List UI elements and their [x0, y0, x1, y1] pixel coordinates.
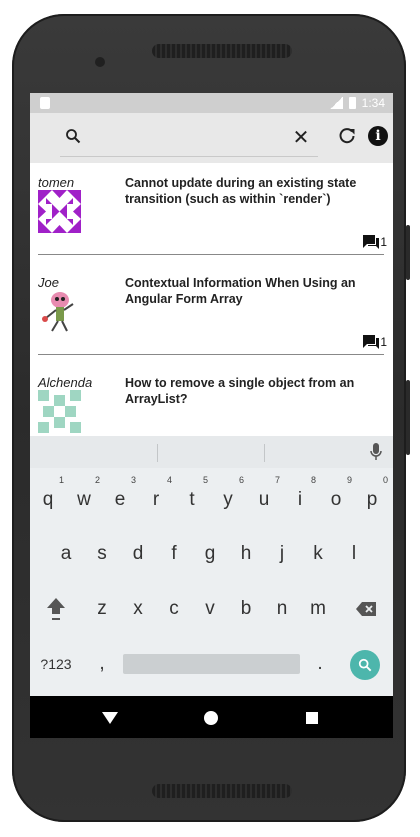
- recent-apps-icon[interactable]: [306, 712, 318, 724]
- key-a[interactable]: a: [48, 537, 84, 571]
- key-i[interactable]: 8i: [282, 475, 318, 517]
- search-icon: [358, 658, 372, 672]
- top-speaker: [152, 44, 292, 58]
- key-u[interactable]: 7u: [246, 475, 282, 517]
- divider: [38, 354, 384, 355]
- comment-count-value: 1: [380, 235, 387, 249]
- avatar: [38, 390, 81, 433]
- suggestion-divider: [157, 444, 158, 462]
- comment-count: 1: [362, 234, 387, 250]
- status-bar: 1:34: [30, 93, 393, 113]
- key-s[interactable]: s: [84, 537, 120, 571]
- shift-key[interactable]: [38, 592, 74, 626]
- period-key[interactable]: .: [302, 647, 338, 681]
- avatar: [38, 290, 81, 333]
- home-icon[interactable]: [204, 711, 218, 725]
- divider: [38, 254, 384, 255]
- comments-icon: [363, 335, 380, 349]
- signal-icon: [329, 97, 343, 109]
- key-h[interactable]: h: [228, 537, 264, 571]
- suggestion-strip: [30, 436, 393, 468]
- avatar: [38, 190, 81, 233]
- navigation-bar: [30, 696, 393, 738]
- author-name: Joe: [38, 275, 59, 290]
- key-d[interactable]: d: [120, 537, 156, 571]
- question-title: Cannot update during an existing state t…: [125, 176, 357, 206]
- sim-icon: [40, 97, 50, 109]
- bottom-speaker: [152, 784, 292, 798]
- key-n[interactable]: n: [264, 592, 300, 626]
- key-y[interactable]: 6y: [210, 475, 246, 517]
- app-bar: ✕ i: [30, 113, 393, 163]
- key-f[interactable]: f: [156, 537, 192, 571]
- comments-icon: [363, 235, 380, 249]
- comment-count-value: 1: [380, 335, 387, 349]
- key-v[interactable]: v: [192, 592, 228, 626]
- space-bar[interactable]: [123, 654, 300, 674]
- volume-button: [406, 225, 410, 280]
- key-k[interactable]: k: [300, 537, 336, 571]
- key-j[interactable]: j: [264, 537, 300, 571]
- backspace-key[interactable]: [348, 592, 384, 626]
- comment-count: 1: [362, 334, 387, 350]
- key-b[interactable]: b: [228, 592, 264, 626]
- key-l[interactable]: l: [336, 537, 372, 571]
- key-x[interactable]: x: [120, 592, 156, 626]
- close-icon[interactable]: ✕: [290, 126, 312, 149]
- microphone-icon[interactable]: [368, 442, 384, 462]
- battery-icon: [348, 97, 356, 109]
- key-t[interactable]: 5t: [174, 475, 210, 517]
- list-item[interactable]: tomen Cannot update during an existing s…: [30, 163, 393, 263]
- status-time: 1:34: [361, 96, 385, 110]
- search-input[interactable]: [90, 125, 284, 151]
- key-o[interactable]: 9o: [318, 475, 354, 517]
- question-title: How to remove a single object from an Ar…: [125, 376, 355, 406]
- question-title: Contextual Information When Using an Ang…: [125, 276, 356, 306]
- key-w[interactable]: 2w: [66, 475, 102, 517]
- key-c[interactable]: c: [156, 592, 192, 626]
- key-z[interactable]: z: [84, 592, 120, 626]
- shift-icon: [47, 597, 65, 620]
- suggestion-divider: [264, 444, 265, 462]
- key-m[interactable]: m: [300, 592, 336, 626]
- comma-key[interactable]: ,: [84, 647, 120, 681]
- key-e[interactable]: 3e: [102, 475, 138, 517]
- author-name: tomen: [38, 175, 75, 190]
- author-name: Alchenda: [38, 375, 93, 390]
- key-p[interactable]: 0p: [354, 475, 390, 517]
- key-r[interactable]: 4r: [138, 475, 174, 517]
- soft-keyboard: 1q 2w 3e 4r 5t 6y 7u 8i 9o 0p a s d f g …: [30, 436, 393, 696]
- search-icon[interactable]: [62, 125, 84, 147]
- search-underline: [60, 156, 318, 157]
- key-q[interactable]: 1q: [30, 475, 66, 517]
- back-icon[interactable]: [102, 712, 118, 724]
- list-item[interactable]: Joe Contextual Information When Using an…: [30, 263, 393, 363]
- keyboard-search-button[interactable]: [350, 650, 380, 680]
- key-g[interactable]: g: [192, 537, 228, 571]
- backspace-icon: [356, 601, 376, 616]
- info-icon[interactable]: i: [368, 126, 388, 146]
- refresh-icon[interactable]: [336, 125, 358, 147]
- power-button: [406, 380, 410, 455]
- screen: 1:34 ✕ i tomen Cannot update during an e…: [30, 93, 393, 738]
- front-camera: [95, 57, 105, 67]
- symbols-key[interactable]: ?123: [34, 647, 78, 681]
